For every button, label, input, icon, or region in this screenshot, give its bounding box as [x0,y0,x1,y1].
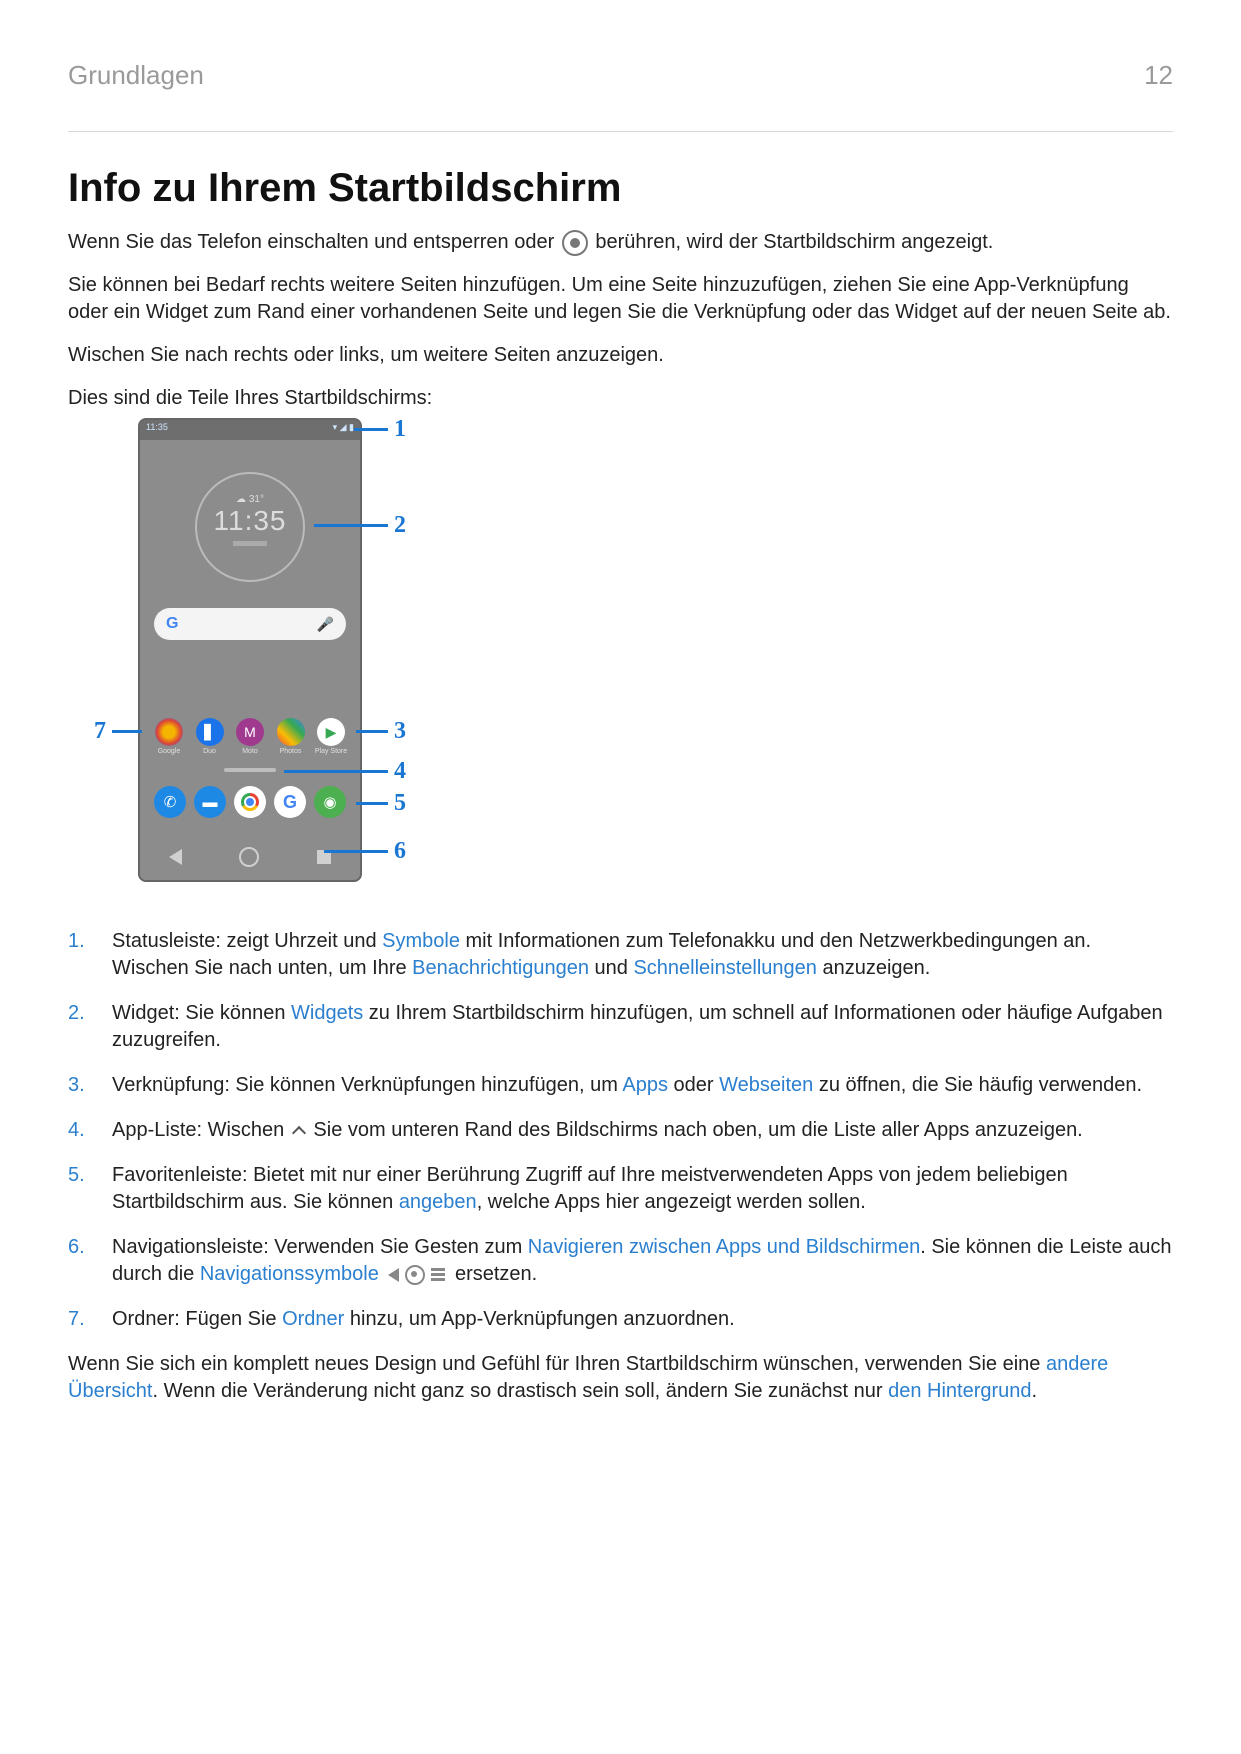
callout-2: 2 [394,512,406,539]
doc-link[interactable]: Benachrichtigungen [412,957,589,979]
weather-text: ☁ 31° [197,494,303,505]
navigation-bar [140,834,360,880]
callout-4: 4 [394,758,406,785]
legend-item: 4. App-Liste: Wischen Sie vom unteren Ran… [68,1117,1173,1144]
doc-link[interactable]: Symbole [382,930,460,952]
chrome-icon [234,786,266,818]
camera-icon: ◉ [314,786,346,818]
nav-icons-inline [388,1265,445,1285]
status-bar: 11:35 ▾ ◢ ▮ [140,420,360,440]
clock-widget: ☁ 31° 11:35 [195,472,305,582]
doc-link[interactable]: angeben [399,1191,477,1213]
app-shortcut: Photos [272,718,310,755]
app-shortcut: ▋Duo [191,718,229,755]
outro-a: Wenn Sie sich ein komplett neues Design … [68,1353,1046,1375]
search-bar: G 🎤 [154,608,346,640]
outro-c: . [1032,1380,1038,1402]
clock-date-bar [233,541,267,546]
callout-6: 6 [394,838,406,865]
clock-time: 11:35 [197,505,303,537]
intro-p1a: Wenn Sie das Telefon einschalten und ent… [68,231,560,253]
callout-7: 7 [94,718,106,745]
nav-recent-icon [431,1268,445,1281]
google-g-icon: G [166,615,178,633]
intro-p1b: berühren, wird der Startbildschirm angez… [595,231,993,253]
play-icon: ▶ [317,718,345,746]
legend-item: 5. Favoritenleiste: Bietet mit nur einer … [68,1162,1173,1216]
legend-text: Widget: Sie können Widgets zu Ihrem Star… [112,1000,1173,1054]
intro-p2: Sie können bei Bedarf rechts weitere Sei… [68,272,1173,326]
app-shortcut: MMoto [231,718,269,755]
legend-item: 1. Statusleiste: zeigt Uhrzeit und Symbol… [68,928,1173,982]
legend-item: 3. Verknüpfung: Sie können Verknüpfungen … [68,1072,1173,1099]
nav-home-icon [405,1265,425,1285]
google-folder-icon [155,718,183,746]
link-wallpaper[interactable]: den Hintergrund [888,1380,1031,1402]
legend-item: 6. Navigationsleiste: Verwenden Sie Geste… [68,1234,1173,1288]
duo-icon: ▋ [196,718,224,746]
home-icon [562,230,588,256]
outro-b: . Wenn die Veränderung nicht ganz so dra… [152,1380,888,1402]
legend-text: Verknüpfung: Sie können Verknüpfungen hi… [112,1072,1142,1099]
moto-icon: M [236,718,264,746]
chevron-up-icon [292,1122,306,1136]
outro: Wenn Sie sich ein komplett neues Design … [68,1351,1173,1405]
app-list-handle [224,768,276,772]
doc-link[interactable]: Webseiten [719,1074,813,1096]
app-shortcut: Google [150,718,188,755]
callout-1: 1 [394,416,406,443]
legend-item: 7. Ordner: Fügen Sie Ordner hinzu, um App… [68,1306,1173,1333]
legend-number: 5. [68,1162,94,1216]
doc-link[interactable]: Apps [622,1074,668,1096]
page-title: Info zu Ihrem Startbildschirm [68,166,1173,211]
nav-home-icon [239,847,259,867]
legend-list: 1. Statusleiste: zeigt Uhrzeit und Symbol… [68,928,1173,1333]
legend-number: 6. [68,1234,94,1288]
intro-p3: Wischen Sie nach rechts oder links, um w… [68,342,1173,369]
page-header: Grundlagen 12 [68,60,1173,91]
legend-text: App-Liste: Wischen Sie vom unteren Rand … [112,1117,1083,1144]
nav-back-icon [169,849,182,865]
header-rule [68,131,1173,132]
doc-link[interactable]: Navigationssymbole [200,1263,379,1285]
page-number: 12 [1144,60,1173,91]
phone-app-icon: ✆ [154,786,186,818]
doc-link[interactable]: Ordner [282,1308,344,1330]
doc-link[interactable]: Widgets [291,1002,363,1024]
legend-text: Statusleiste: zeigt Uhrzeit und Symbole … [112,928,1173,982]
app-shortcut: ▶Play Store [312,718,350,755]
manual-page: Grundlagen 12 Info zu Ihrem Startbildsch… [0,0,1241,1754]
legend-number: 7. [68,1306,94,1333]
legend-text: Favoritenleiste: Bietet mit nur einer Be… [112,1162,1173,1216]
homescreen-diagram: 11:35 ▾ ◢ ▮ ☁ 31° 11:35 G 🎤 Google ▋Duo … [98,418,438,898]
legend-text: Ordner: Fügen Sie Ordner hinzu, um App-V… [112,1306,735,1333]
photos-icon [277,718,305,746]
legend-item: 2. Widget: Sie können Widgets zu Ihrem St… [68,1000,1173,1054]
nav-back-icon [388,1268,399,1282]
legend-number: 2. [68,1000,94,1054]
doc-link[interactable]: Schnelleinstellungen [633,957,816,979]
callout-5: 5 [394,790,406,817]
phone-mock: 11:35 ▾ ◢ ▮ ☁ 31° 11:35 G 🎤 Google ▋Duo … [138,418,362,882]
status-icons: ▾ ◢ ▮ [333,422,354,438]
intro-p1: Wenn Sie das Telefon einschalten und ent… [68,229,1173,256]
shortcut-row: Google ▋Duo MMoto Photos ▶Play Store [150,718,350,755]
callout-3: 3 [394,718,406,745]
messages-icon: ▬ [194,786,226,818]
intro-p4: Dies sind die Teile Ihres Startbildschir… [68,385,1173,412]
legend-text: Navigationsleiste: Verwenden Sie Gesten … [112,1234,1173,1288]
google-go-icon: G [274,786,306,818]
legend-number: 3. [68,1072,94,1099]
favorites-tray: ✆ ▬ G ◉ [154,786,346,818]
legend-number: 4. [68,1117,94,1144]
legend-number: 1. [68,928,94,982]
doc-link[interactable]: Navigieren zwischen Apps und Bildschirme… [528,1236,920,1258]
status-time: 11:35 [146,422,168,438]
mic-icon: 🎤 [317,616,334,633]
section-name: Grundlagen [68,60,204,91]
